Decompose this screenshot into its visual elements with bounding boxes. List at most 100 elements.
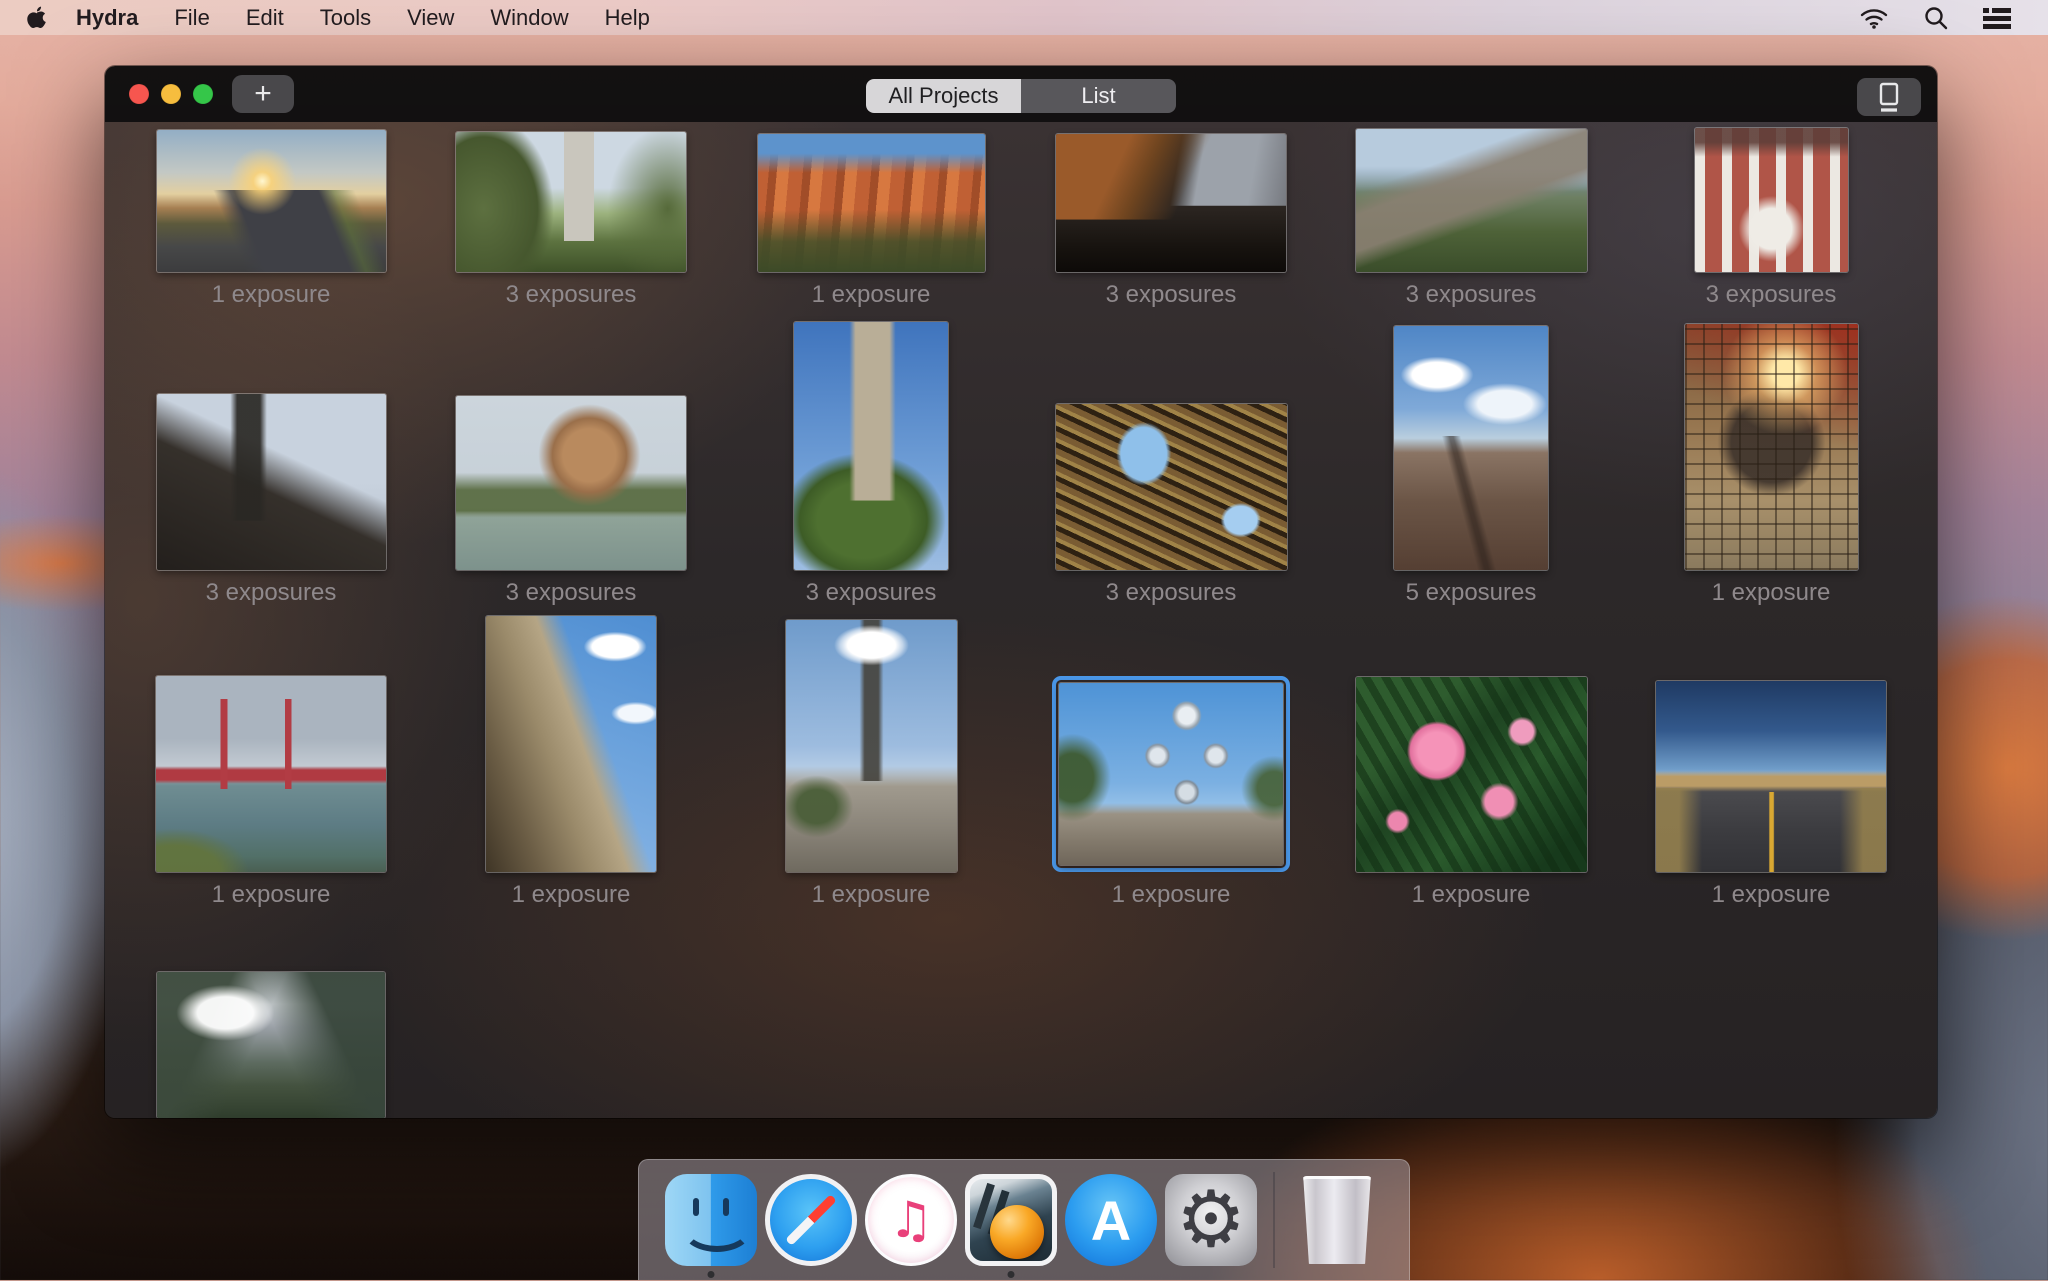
window-titlebar[interactable]: + All Projects List <box>105 66 1937 122</box>
project-caption: 3 exposures <box>1706 272 1837 318</box>
project-item[interactable]: 3 exposures <box>121 318 421 616</box>
project-caption: 3 exposures <box>506 570 637 616</box>
project-caption: 1 exposure <box>512 872 631 918</box>
project-thumbnail-wicker-sculpture[interactable] <box>1056 404 1287 570</box>
project-thumbnail-palace-of-fine-arts[interactable] <box>456 396 686 570</box>
project-item[interactable]: 3 exposures <box>1021 318 1321 616</box>
project-thumbnail-misty-valley[interactable] <box>157 972 385 1118</box>
dock: ♫ A ⚙ <box>638 1159 1410 1280</box>
project-item[interactable]: 1 exposure <box>1621 318 1921 616</box>
project-thumbnail-pink-oleander[interactable] <box>1356 677 1587 872</box>
project-thumbnail-gothic-facade-flag[interactable] <box>486 616 656 872</box>
project-thumbnail-bryce-canyon[interactable] <box>758 134 985 272</box>
project-thumbnail-stone-bell-tower[interactable] <box>794 322 948 570</box>
project-item[interactable]: 1 exposure <box>121 122 421 318</box>
running-indicator <box>708 1271 715 1278</box>
project-thumbnail-clock-tower-park[interactable] <box>456 132 686 272</box>
project-item[interactable] <box>121 918 421 1118</box>
project-item[interactable]: 1 exposure <box>121 616 421 918</box>
new-project-button[interactable]: + <box>232 75 294 113</box>
project-caption: 1 exposure <box>1712 872 1831 918</box>
project-caption: 1 exposure <box>1712 570 1831 616</box>
menu-window[interactable]: Window <box>490 5 568 31</box>
dock-item-itunes[interactable]: ♫ <box>864 1160 958 1281</box>
apple-menu-icon[interactable] <box>26 6 48 30</box>
tab-all-projects[interactable]: All Projects <box>866 79 1021 113</box>
project-thumbnail-pier-panorama[interactable] <box>1394 326 1548 570</box>
project-caption: 3 exposures <box>1406 272 1537 318</box>
tab-list[interactable]: List <box>1021 79 1176 113</box>
notification-center-icon[interactable] <box>1983 6 2011 30</box>
zoom-button[interactable] <box>193 84 213 104</box>
project-caption: 3 exposures <box>1106 272 1237 318</box>
project-item[interactable]: 5 exposures <box>1321 318 1621 616</box>
empty-cell <box>721 918 1021 1118</box>
app-menu-hydra[interactable]: Hydra <box>76 5 138 31</box>
project-thumbnail-belfry-rooftops[interactable] <box>157 394 386 570</box>
projects-grid: 1 exposure 3 exposures 1 exposure 3 expo… <box>105 122 1937 1118</box>
project-item[interactable]: 3 exposures <box>421 122 721 318</box>
project-thumbnail-el-capitan-dusk[interactable] <box>1056 134 1286 272</box>
empty-cell <box>421 918 721 1118</box>
dock-item-trash[interactable] <box>1290 1160 1384 1281</box>
projects-row: 1 exposure 3 exposures 1 exposure 3 expo… <box>105 122 1937 318</box>
project-caption: 1 exposure <box>1412 872 1531 918</box>
project-thumbnail-golden-gate-bridge[interactable] <box>156 676 386 872</box>
project-thumbnail-sunset-road[interactable] <box>157 130 386 272</box>
close-button[interactable] <box>129 84 149 104</box>
project-item[interactable]: 3 exposures <box>1321 122 1621 318</box>
safari-icon <box>765 1174 857 1266</box>
view-mode-segmented-control: All Projects List <box>866 79 1176 113</box>
project-thumbnail-corsica-mountains[interactable] <box>1356 129 1587 272</box>
project-caption: 3 exposures <box>1106 570 1237 616</box>
project-item[interactable]: 1 exposure <box>421 616 721 918</box>
project-caption: 3 exposures <box>506 272 637 318</box>
trash-icon <box>1301 1176 1373 1264</box>
project-caption: 3 exposures <box>806 570 937 616</box>
project-thumbnail-red-white-building[interactable] <box>1695 128 1848 272</box>
empty-cell <box>1621 918 1921 1118</box>
selection-border <box>1052 676 1290 872</box>
project-caption: 1 exposure <box>212 272 331 318</box>
menu-bar: Hydra File Edit Tools View Window Help <box>0 0 2048 35</box>
project-item-selected[interactable]: 1 exposure <box>1021 616 1321 918</box>
dock-item-system-preferences[interactable]: ⚙ <box>1164 1160 1258 1281</box>
project-item[interactable]: 1 exposure <box>1321 616 1621 918</box>
project-caption: 3 exposures <box>206 570 337 616</box>
minimize-button[interactable] <box>161 84 181 104</box>
project-caption: 5 exposures <box>1406 570 1537 616</box>
menu-file[interactable]: File <box>174 5 209 31</box>
projects-row: 1 exposure 1 exposure 1 exposure 1 expos… <box>105 616 1937 918</box>
wifi-icon[interactable] <box>1859 6 1889 30</box>
running-indicator <box>1008 1271 1015 1278</box>
project-item[interactable]: 3 exposures <box>421 318 721 616</box>
project-item[interactable]: 1 exposure <box>1621 616 1921 918</box>
dock-item-finder[interactable] <box>664 1160 758 1281</box>
system-preferences-icon: ⚙ <box>1165 1174 1257 1266</box>
app-store-icon: A <box>1065 1174 1157 1266</box>
menu-tools[interactable]: Tools <box>320 5 371 31</box>
project-item[interactable]: 3 exposures <box>1621 122 1921 318</box>
dock-item-app-store[interactable]: A <box>1064 1160 1158 1281</box>
display-icon <box>1874 81 1904 113</box>
project-item[interactable]: 1 exposure <box>721 616 1021 918</box>
project-item[interactable]: 3 exposures <box>1021 122 1321 318</box>
display-mode-button[interactable] <box>1857 78 1921 116</box>
project-thumbnail-atomium[interactable] <box>1059 683 1283 865</box>
project-item[interactable]: 1 exposure <box>721 122 1021 318</box>
project-thumbnail-desert-road[interactable] <box>1656 681 1886 872</box>
search-icon[interactable] <box>1923 5 1949 31</box>
project-caption: 1 exposure <box>812 272 931 318</box>
project-thumbnail-eiffel-tower[interactable] <box>786 620 957 872</box>
dock-item-hydra[interactable] <box>964 1160 1058 1281</box>
project-thumbnail-apple-store-glass[interactable] <box>1685 324 1858 570</box>
dock-separator <box>1273 1172 1275 1268</box>
project-item[interactable]: 3 exposures <box>721 318 1021 616</box>
finder-icon <box>665 1174 757 1266</box>
menu-edit[interactable]: Edit <box>246 5 284 31</box>
dock-item-safari[interactable] <box>764 1160 858 1281</box>
empty-cell <box>1321 918 1621 1118</box>
menu-help[interactable]: Help <box>605 5 650 31</box>
project-caption: 1 exposure <box>212 872 331 918</box>
menu-view[interactable]: View <box>407 5 454 31</box>
